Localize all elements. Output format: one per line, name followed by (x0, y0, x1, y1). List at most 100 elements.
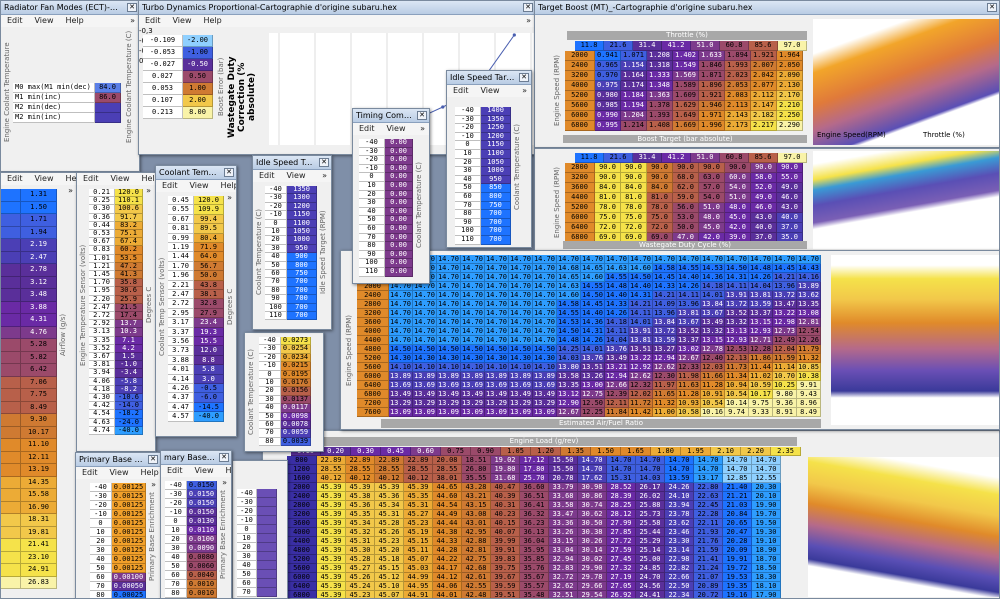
maf-axis-cell[interactable] (1, 189, 21, 202)
load-value-cell[interactable]: 19.50 (752, 519, 781, 528)
maf-axis-cell[interactable] (1, 201, 21, 214)
afr-value-cell[interactable]: 10.38 (797, 372, 821, 381)
afr-value-cell[interactable]: 14.60 (557, 291, 581, 300)
temp-value-cell[interactable]: 64.0 (194, 252, 224, 262)
afr-value-cell[interactable]: 14.70 (533, 300, 557, 309)
boost-x-cell[interactable]: 21.6 (604, 41, 633, 51)
temp-axis-cell[interactable]: 30 (237, 552, 257, 561)
afr-value-cell[interactable]: 14.40 (677, 273, 701, 282)
afr-value-cell[interactable]: 14.53 (557, 318, 581, 327)
timing-value-cell[interactable]: 0.00 (385, 139, 413, 148)
afr-value-cell[interactable]: 10.70 (773, 372, 797, 381)
maf-axis-cell[interactable] (1, 226, 21, 239)
close-icon[interactable]: ✕ (148, 455, 158, 464)
small-value-cell[interactable] (257, 561, 277, 570)
maf-value-cell[interactable]: 16.90 (21, 501, 57, 514)
temp-axis-cell[interactable]: 70 (259, 429, 281, 438)
afr-value-cell[interactable]: 12.94 (605, 372, 629, 381)
load-value-cell[interactable]: 19.72 (723, 564, 752, 573)
afr-value-cell[interactable]: 14.70 (389, 327, 413, 336)
boost-value-cell[interactable]: 1.633 (699, 51, 725, 61)
load-value-cell[interactable]: 18.50 (752, 564, 781, 573)
temp-axis-cell[interactable]: 20 (259, 387, 281, 396)
boost-value-cell[interactable]: 1.846 (699, 61, 725, 71)
temp-axis-cell[interactable]: 80 (455, 210, 481, 219)
afr-value-cell[interactable]: 14.70 (437, 327, 461, 336)
afr-value-cell[interactable]: 13.22 (773, 309, 797, 318)
volt-cell[interactable]: 0.21 (89, 189, 115, 198)
temp-value-cell[interactable]: -3.4 (115, 369, 143, 378)
load-value-cell[interactable]: 45.31 (404, 501, 433, 510)
offset-value-cell[interactable]: 0.0137 (281, 395, 311, 405)
load-rpm-cell[interactable]: 4000 (287, 528, 317, 537)
afr-value-cell[interactable]: 9.43 (797, 390, 821, 399)
load-value-cell[interactable]: 29.66 (578, 582, 607, 591)
volt-cell[interactable]: 3.13 (89, 328, 115, 337)
boost-error-value-cell[interactable]: 2.00 (183, 95, 213, 107)
temp-value-cell[interactable]: 120.0 (194, 196, 224, 206)
temp-axis-cell[interactable]: 0 (359, 173, 385, 182)
temp-axis-cell[interactable]: 100 (265, 303, 287, 312)
menu-help[interactable]: Help (65, 16, 83, 25)
afr-value-cell[interactable]: 13.49 (605, 354, 629, 363)
afr-value-cell[interactable]: 11.65 (653, 390, 677, 399)
load-value-cell[interactable]: 21.59 (694, 546, 723, 555)
afr-value-cell[interactable]: 13.91 (725, 291, 749, 300)
load-value-cell[interactable]: 44.12 (433, 573, 462, 582)
temp-axis-cell[interactable]: 70 (237, 588, 257, 597)
temp-value-cell[interactable]: -14.0 (115, 402, 143, 411)
afr-value-cell[interactable]: 13.09 (389, 408, 413, 417)
afr-value-cell[interactable]: 14.10 (509, 363, 533, 372)
boost-value-cell[interactable]: 0.975 (595, 81, 621, 91)
afr-value-cell[interactable]: 14.70 (485, 264, 509, 273)
wgdc-value-cell[interactable]: 54.0 (725, 183, 751, 193)
boost-value-cell[interactable]: 1.549 (673, 61, 699, 71)
volt-cell[interactable]: 0.81 (168, 224, 194, 234)
offset-value-cell[interactable]: 0.0098 (281, 412, 311, 421)
wgdc-value-cell[interactable]: 90.0 (777, 163, 803, 173)
radiator-row-label[interactable]: M0 max(M1 min(dec) (13, 83, 95, 93)
afr-value-cell[interactable]: 11.72 (629, 399, 653, 408)
enrich-value-cell[interactable]: 0.00125 (112, 537, 146, 546)
menu-view[interactable]: View (173, 16, 192, 25)
load-value-cell[interactable]: 20.28 (723, 537, 752, 546)
wgdc-value-cell[interactable]: 78.0 (595, 203, 621, 213)
afr-value-cell[interactable]: 13.29 (437, 399, 461, 408)
load-value-cell[interactable]: 14.70 (636, 465, 665, 474)
afr-value-cell[interactable]: 14.50 (485, 345, 509, 354)
volt-cell[interactable]: 0.83 (89, 246, 115, 255)
afr-value-cell[interactable]: 11.98 (677, 372, 701, 381)
afr-value-cell[interactable]: 14.10 (461, 363, 485, 372)
afr-value-cell[interactable]: 13.72 (653, 327, 677, 336)
afr-value-cell[interactable]: 14.70 (725, 255, 749, 264)
afr-value-cell[interactable]: 13.02 (677, 345, 701, 354)
afr-value-cell[interactable]: 14.70 (437, 282, 461, 291)
wgdc-value-cell[interactable]: 43.0 (777, 203, 803, 213)
afr-value-cell[interactable]: 14.70 (437, 300, 461, 309)
load-value-cell[interactable]: 27.05 (607, 582, 636, 591)
afr-value-cell[interactable]: 13.29 (509, 399, 533, 408)
load-value-cell[interactable]: 22.89 (404, 456, 433, 465)
load-value-cell[interactable]: 42.81 (462, 546, 491, 555)
temp-axis-cell[interactable]: 80 (359, 242, 385, 251)
maf-axis-cell[interactable] (1, 264, 21, 277)
afr-value-cell[interactable]: 14.01 (629, 318, 653, 327)
wgdc-value-cell[interactable]: 45.0 (725, 213, 751, 223)
menu-edit[interactable]: Edit (162, 181, 178, 190)
load-value-cell[interactable]: 42.68 (462, 564, 491, 573)
enrich-value-cell[interactable]: 0.0150 (187, 508, 217, 517)
menu-view[interactable]: View (195, 466, 214, 475)
wgdc-value-cell[interactable]: 51.0 (699, 203, 725, 213)
load-value-cell[interactable]: 36.60 (520, 483, 549, 492)
maf-axis-cell[interactable] (1, 526, 21, 539)
load-value-cell[interactable]: 45.18 (375, 555, 404, 564)
temp-value-cell[interactable]: 12.0 (194, 346, 224, 356)
afr-value-cell[interactable]: 11.32 (797, 354, 821, 363)
afr-value-cell[interactable]: 14.70 (389, 291, 413, 300)
load-value-cell[interactable]: 45.23 (346, 591, 375, 598)
afr-value-cell[interactable]: 12.39 (605, 390, 629, 399)
temp-value-cell[interactable]: -40.0 (194, 412, 224, 422)
enrich-value-cell[interactable]: 0.0040 (187, 571, 217, 580)
load-value-cell[interactable]: 27.19 (607, 573, 636, 582)
afr-value-cell[interactable]: 14.10 (533, 363, 557, 372)
